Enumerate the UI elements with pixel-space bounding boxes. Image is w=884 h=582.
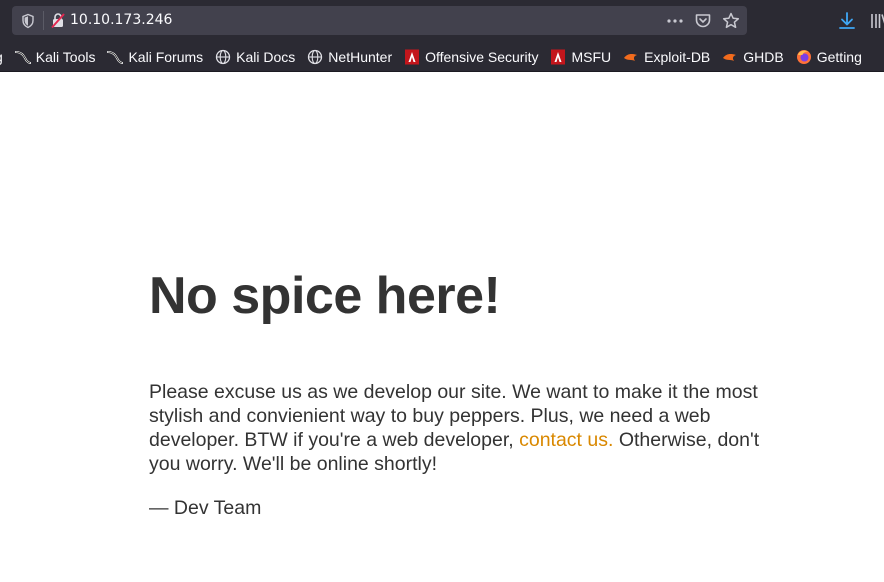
bookmark-star-icon[interactable] (721, 11, 741, 31)
pocket-icon[interactable] (693, 11, 713, 31)
tracking-protection-shield-icon[interactable] (20, 13, 36, 29)
bookmark-label: g (0, 49, 3, 65)
contact-link[interactable]: contact us. (519, 429, 613, 451)
bookmark-label: Kali Docs (236, 49, 296, 65)
bookmark-label: GHDB (743, 49, 784, 65)
bookmark-kali-tools[interactable]: Kali Tools (14, 49, 96, 65)
page-message: Please excuse us as we develop our site.… (149, 380, 789, 476)
page-headline: No spice here! (149, 267, 501, 325)
bookmark-list: g Kali Tools Kali Forums Kali Docs NetHu… (0, 42, 874, 71)
bookmark-getting-started[interactable]: Getting (796, 49, 862, 65)
more-actions-icon[interactable] (665, 11, 685, 31)
bookmark-label: Getting (816, 49, 862, 65)
bookmark-label: Exploit-DB (644, 49, 711, 65)
address-bar[interactable]: 10.10.173.246 (12, 6, 747, 35)
kali-dragon-icon (107, 49, 124, 65)
bookmarks-toolbar: g Kali Tools Kali Forums Kali Docs NetHu… (0, 42, 884, 72)
library-icon[interactable] (869, 11, 884, 31)
address-bar-separator (43, 11, 44, 30)
downloads-icon[interactable] (837, 11, 857, 31)
firefox-icon (796, 49, 812, 65)
kali-dragon-icon (14, 49, 31, 65)
bookmark-msfu[interactable]: MSFU (550, 49, 611, 65)
exploitdb-icon (623, 49, 639, 65)
signature: — Dev Team (149, 497, 262, 519)
insecure-lock-icon[interactable] (50, 12, 66, 29)
exploitdb-icon (722, 49, 738, 65)
bookmark-item[interactable]: g (0, 49, 3, 65)
bookmark-label: Kali Forums (128, 49, 204, 65)
bookmark-kali-forums[interactable]: Kali Forums (107, 49, 203, 65)
url-text[interactable]: 10.10.173.246 (70, 12, 172, 29)
browser-toolbar: 10.10.173.246 (0, 0, 884, 42)
bookmark-ghdb[interactable]: GHDB (722, 49, 784, 65)
offsec-icon (404, 49, 420, 65)
page-actions (665, 11, 741, 31)
bookmark-label: Offensive Security (425, 49, 539, 65)
bookmark-label: Kali Tools (35, 49, 96, 65)
bookmark-exploit-db[interactable]: Exploit-DB (623, 49, 710, 65)
globe-icon (215, 49, 231, 65)
bookmark-nethunter[interactable]: NetHunter (307, 49, 392, 65)
bookmark-offensive-security[interactable]: Offensive Security (404, 49, 538, 65)
offsec-icon (550, 49, 566, 65)
bookmark-label: NetHunter (328, 49, 393, 65)
page-content: No spice here! Please excuse us as we de… (149, 266, 789, 520)
bookmark-label: MSFU (571, 49, 612, 65)
bookmark-kali-docs[interactable]: Kali Docs (215, 49, 295, 65)
globe-icon (307, 49, 323, 65)
